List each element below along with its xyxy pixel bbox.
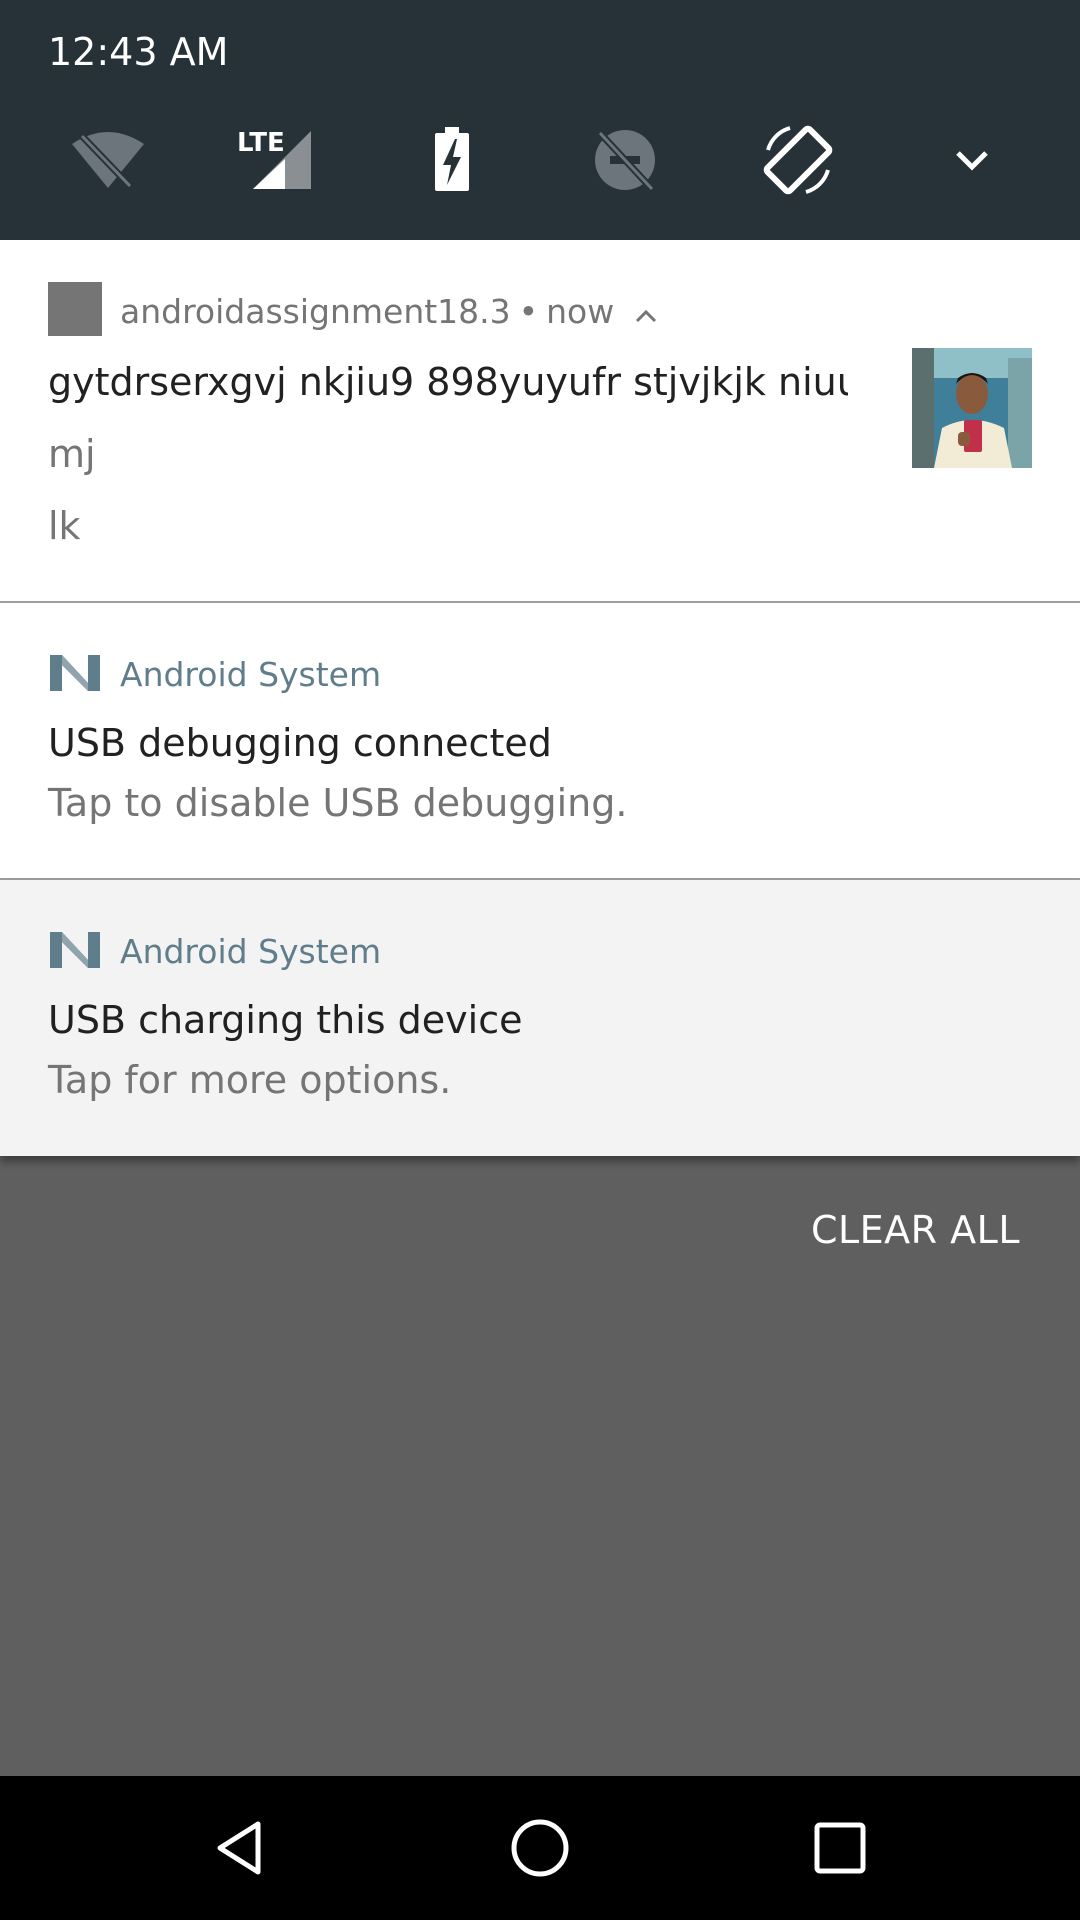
app-icon: [48, 282, 102, 336]
notification-androidassignment[interactable]: androidassignment18.3 • now gytdrserxgvj n…: [0, 240, 1080, 602]
notification-title: USB charging this device: [48, 998, 523, 1042]
notification-text: Tap to disable USB debugging.: [48, 781, 628, 825]
notification-line: lk: [48, 504, 81, 548]
expand-chevron-icon[interactable]: [922, 110, 1022, 210]
auto-rotate-icon[interactable]: [748, 110, 848, 210]
notification-usb-debugging[interactable]: Android System USB debugging connected T…: [0, 603, 1080, 879]
wifi-off-icon[interactable]: [58, 110, 158, 210]
collapse-chevron-icon[interactable]: [633, 294, 659, 333]
notification-usb-charging[interactable]: Android System USB charging this device …: [0, 880, 1080, 1156]
notification-header: androidassignment18.3 • now: [120, 292, 659, 333]
notification-title: gytdrserxgvj nkjiu9 898yuyufr stjvjkjk n…: [48, 360, 848, 404]
navigation-bar: [0, 1776, 1080, 1920]
notification-time: now: [546, 292, 615, 331]
app-name: Android System: [120, 932, 382, 971]
back-icon[interactable]: [190, 1798, 290, 1898]
app-name: Android System: [120, 655, 382, 694]
recents-icon[interactable]: [790, 1798, 890, 1898]
notification-line: mj: [48, 432, 96, 476]
do-not-disturb-off-icon[interactable]: [575, 110, 675, 210]
notification-title: USB debugging connected: [48, 721, 552, 765]
app-name: androidassignment18.3: [120, 292, 511, 331]
android-system-icon: [48, 930, 102, 974]
status-time: 12:43 AM: [48, 30, 229, 74]
quick-settings-header: 12:43 AM LTE: [0, 0, 1080, 240]
header-separator: •: [518, 292, 539, 331]
lte-signal-icon[interactable]: LTE: [222, 110, 322, 210]
home-icon[interactable]: [490, 1798, 590, 1898]
lte-label: LTE: [237, 128, 285, 158]
contact-photo: [912, 348, 1032, 468]
quick-settings-row: LTE: [0, 110, 1080, 210]
notification-text: Tap for more options.: [48, 1058, 452, 1102]
android-system-icon: [48, 653, 102, 697]
clear-all-button[interactable]: CLEAR ALL: [811, 1208, 1020, 1252]
battery-charging-icon[interactable]: [402, 110, 502, 210]
